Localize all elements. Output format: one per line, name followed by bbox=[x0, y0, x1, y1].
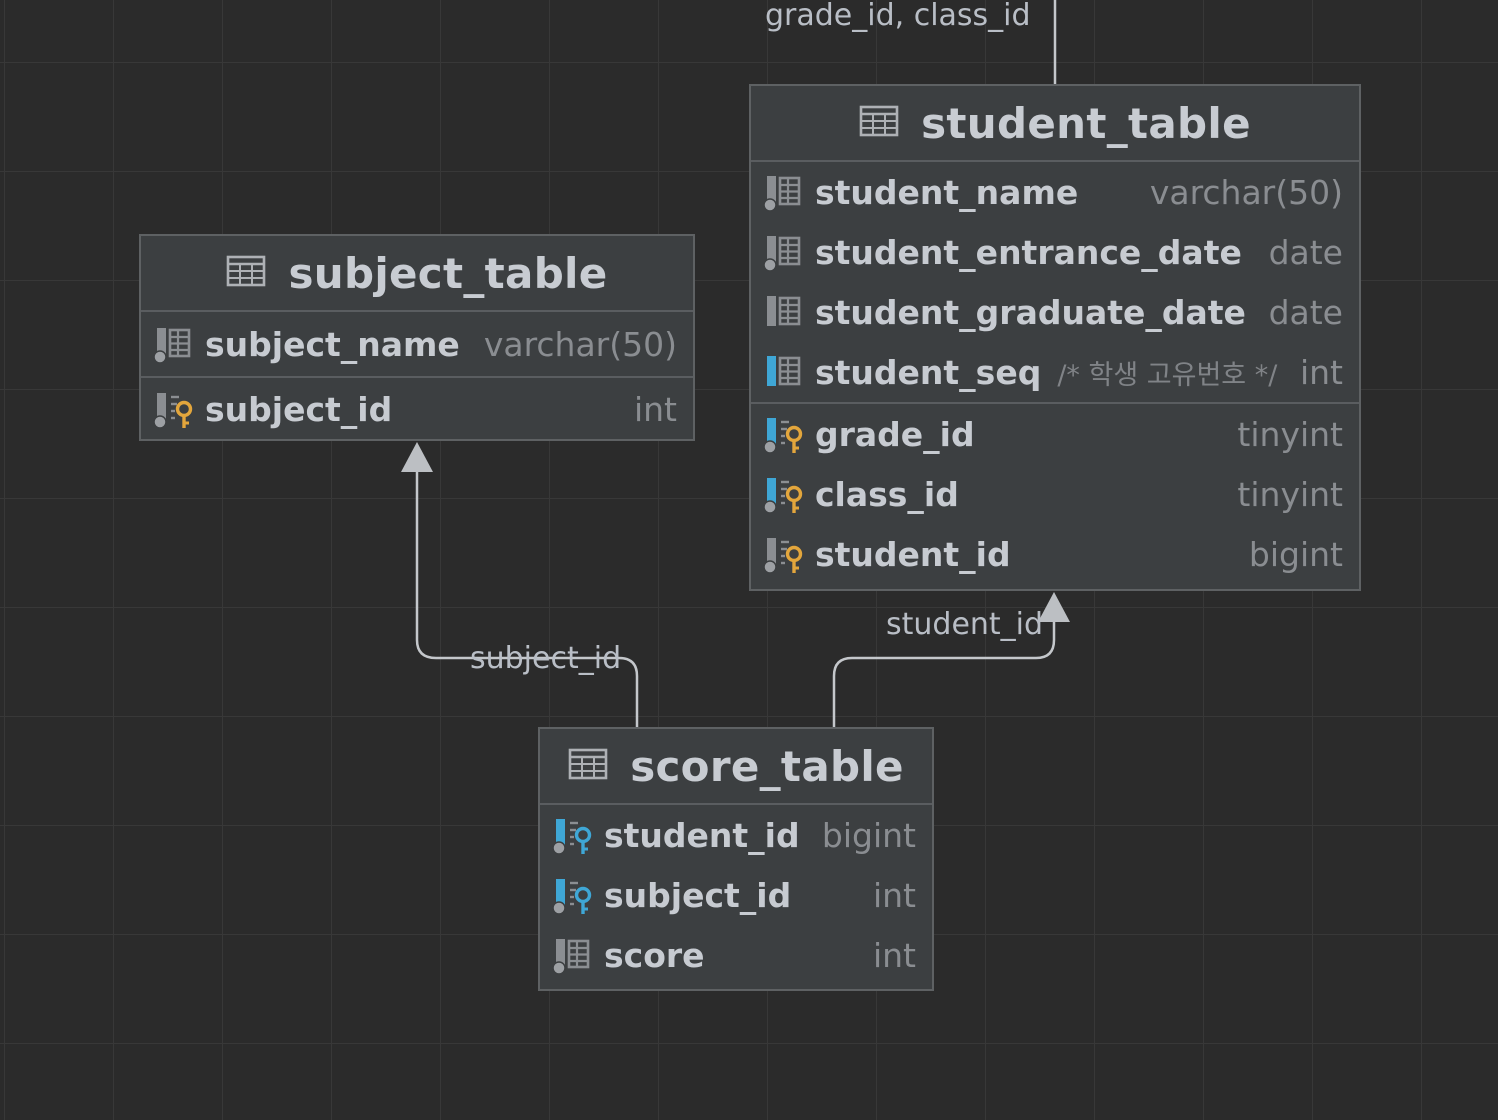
column-row[interactable]: student_id bigint bbox=[751, 524, 1359, 584]
table-icon bbox=[568, 747, 608, 785]
column-row[interactable]: subject_name varchar(50) bbox=[141, 312, 693, 376]
table-title: student_table bbox=[921, 98, 1251, 148]
primary-foreign-key-icon bbox=[763, 414, 803, 454]
column-icon bbox=[763, 292, 803, 332]
table-title: score_table bbox=[630, 741, 904, 791]
column-nullable-icon bbox=[153, 324, 193, 364]
column-type: date bbox=[1268, 232, 1343, 272]
column-nullable-icon bbox=[552, 935, 592, 975]
column-row[interactable]: student_entrance_date date bbox=[751, 222, 1359, 282]
column-type: date bbox=[1268, 292, 1343, 332]
column-type: bigint bbox=[821, 815, 916, 855]
column-row[interactable]: score int bbox=[540, 925, 932, 985]
column-list: subject_name varchar(50) bbox=[141, 312, 693, 378]
column-name: student_id bbox=[815, 534, 1011, 574]
relation-label-grade-class: grade_id, class_id bbox=[765, 0, 1031, 33]
relation-line-subject bbox=[415, 470, 639, 727]
column-name: grade_id bbox=[815, 414, 975, 454]
table-header[interactable]: student_table bbox=[751, 86, 1359, 162]
foreign-key-icon bbox=[552, 815, 592, 855]
column-type: int bbox=[633, 389, 677, 429]
column-type: int bbox=[872, 875, 916, 915]
column-row[interactable]: student_id bigint bbox=[540, 805, 932, 865]
column-name: subject_name bbox=[205, 324, 460, 364]
column-name: student_entrance_date bbox=[815, 232, 1242, 272]
column-type: varchar(50) bbox=[1149, 172, 1343, 212]
column-name: score bbox=[604, 935, 705, 975]
column-name: student_graduate_date bbox=[815, 292, 1246, 332]
column-row[interactable]: student_graduate_date date bbox=[751, 282, 1359, 342]
column-type: varchar(50) bbox=[483, 324, 677, 364]
column-name: subject_id bbox=[205, 389, 393, 429]
primary-foreign-key-icon bbox=[763, 474, 803, 514]
table-icon bbox=[226, 254, 266, 292]
table-icon bbox=[859, 104, 899, 142]
column-row[interactable]: student_name varchar(50) bbox=[751, 162, 1359, 222]
column-type: int bbox=[872, 935, 916, 975]
column-icon bbox=[763, 352, 803, 392]
column-comment: /* 학생 고유번호 */ bbox=[1057, 359, 1278, 391]
subject-table-node[interactable]: subject_table subject_name varchar(50) s… bbox=[139, 234, 695, 441]
column-type: int bbox=[1299, 352, 1343, 392]
column-row[interactable]: subject_id int bbox=[540, 865, 932, 925]
key-column-list: grade_id tinyint class_id tinyint studen… bbox=[751, 404, 1359, 584]
column-row[interactable]: student_seq /* 학생 고유번호 */ int bbox=[751, 342, 1359, 402]
table-title: subject_table bbox=[288, 248, 608, 298]
column-type: tinyint bbox=[1237, 474, 1343, 514]
column-name: student_seq bbox=[815, 352, 1042, 392]
relation-label-student: student_id bbox=[886, 607, 1044, 642]
column-nullable-icon bbox=[763, 172, 803, 212]
column-list: student_name varchar(50) student_entranc… bbox=[751, 162, 1359, 404]
column-row[interactable]: grade_id tinyint bbox=[751, 404, 1359, 464]
primary-key-icon bbox=[763, 534, 803, 574]
score-table-node[interactable]: score_table student_id bigint subject_id… bbox=[538, 727, 934, 991]
key-column-list: subject_id int bbox=[141, 378, 693, 440]
table-header[interactable]: score_table bbox=[540, 729, 932, 805]
column-name: student_name bbox=[815, 172, 1079, 212]
column-row[interactable]: class_id tinyint bbox=[751, 464, 1359, 524]
foreign-key-icon bbox=[552, 875, 592, 915]
relation-arrow-subject bbox=[401, 442, 433, 472]
student-table-node[interactable]: student_table student_name varchar(50) s… bbox=[749, 84, 1361, 591]
primary-key-icon bbox=[153, 389, 193, 429]
column-type: tinyint bbox=[1237, 414, 1343, 454]
table-header[interactable]: subject_table bbox=[141, 236, 693, 312]
column-list: student_id bigint subject_id int score i… bbox=[540, 805, 932, 985]
column-name: student_id bbox=[604, 815, 800, 855]
column-name: subject_id bbox=[604, 875, 792, 915]
column-type: bigint bbox=[1248, 534, 1343, 574]
column-row[interactable]: subject_id int bbox=[141, 378, 693, 440]
column-nullable-icon bbox=[763, 232, 803, 272]
column-name: class_id bbox=[815, 474, 959, 514]
relation-label-subject: subject_id bbox=[470, 641, 622, 676]
